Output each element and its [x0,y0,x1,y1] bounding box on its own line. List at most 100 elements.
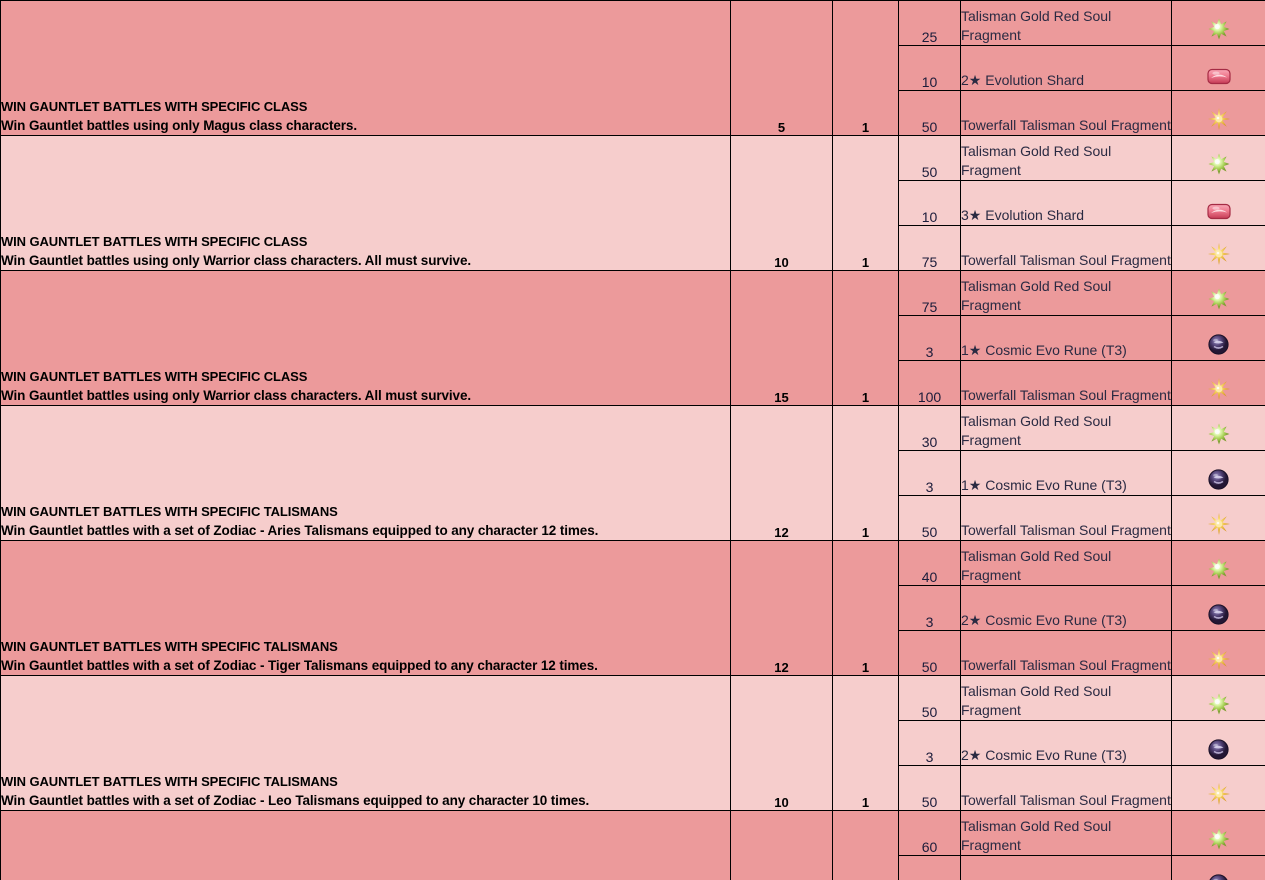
reward-quantity: 100 [898,360,961,406]
task-cell: WIN GAUNTLET BATTLES WITH SPECIFIC CLASS… [0,135,731,271]
reward-quantity: 3 [898,450,961,496]
reward-icon-cell [1171,495,1265,541]
stage-count: 1 [832,0,899,136]
reward-quantity: 50 [898,495,961,541]
reward-name: Towerfall Talisman Soul Fragment [960,90,1172,136]
reward-quantity: 60 [898,810,961,856]
reward-icon-cell [1171,0,1265,46]
stage-count: 1 [832,135,899,271]
dark-rune-stone-icon [1208,334,1229,355]
reward-quantity: 50 [898,675,961,721]
reward-icon-cell [1171,225,1265,271]
gold-green-starburst-icon [1208,693,1230,715]
requirement-count: 12 [730,540,833,676]
reward-name: Talisman Gold Red Soul Fragment [960,810,1172,856]
reward-quantity: 3 [898,585,961,631]
task-cell: WIN GAUNTLET BATTLES WITH SPECIFIC CLASS… [0,270,731,406]
task-cell: WIN GAUNTLET BATTLES WITH SPECIFIC TALIS… [0,405,731,541]
task-title: WIN GAUNTLET BATTLES WITH SPECIFIC CLASS [1,369,308,384]
reward-icon-cell [1171,45,1265,91]
requirement-count: 10 [730,135,833,271]
gold-green-starburst-icon [1208,558,1230,580]
reward-quantity: 3 [898,315,961,361]
task-cell: WIN GAUNTLET BATTLES WITH SPECIFIC TALIS… [0,675,731,811]
reward-quantity: 3 [898,855,961,880]
reward-name: Towerfall Talisman Soul Fragment [960,630,1172,676]
reward-quantity: 50 [898,765,961,811]
gold-green-starburst-icon [1208,153,1230,175]
reward-name: 1★ Cosmic Evo Rune (T3) [960,315,1172,361]
table-row: WIN GAUNTLET BATTLES WITH SPECIFIC CLASS… [0,0,1265,136]
reward-icon-cell [1171,765,1265,811]
stage-count: 1 [832,270,899,406]
pink-gem-icon [1206,68,1231,85]
task-description: Win Gauntlet battles using only Warrior … [1,253,472,268]
pink-gem-icon [1206,203,1231,220]
reward-quantity: 30 [898,405,961,451]
reward-icon-cell [1171,180,1265,226]
reward-icon-cell [1171,630,1265,676]
quest-reward-table: WIN GAUNTLET BATTLES WITH SPECIFIC CLASS… [0,0,1265,880]
gold-starburst-icon [1207,378,1230,400]
reward-quantity: 10 [898,180,961,226]
requirement-count: 10 [730,675,833,811]
reward-name: Talisman Gold Red Soul Fragment [960,540,1172,586]
requirement-count: 7 [730,810,833,880]
dark-rune-stone-icon [1208,739,1229,760]
reward-icon-cell [1171,90,1265,136]
dark-rune-stone-icon [1208,469,1229,490]
reward-icon-cell [1171,720,1265,766]
stage-count: 1 [832,405,899,541]
table-row: WIN GAUNTLET BATTLES WITH SPECIFIC TALIS… [0,675,1265,811]
task-description: Win Gauntlet battles using only Magus cl… [1,118,357,133]
reward-icon-cell [1171,135,1265,181]
gold-starburst-icon [1207,648,1230,670]
reward-name: Talisman Gold Red Soul Fragment [960,0,1172,46]
stage-count: 1 [832,540,899,676]
reward-icon-cell [1171,315,1265,361]
table-row: WIN GAUNTLET BATTLES WITH SPECIFIC TALIS… [0,540,1265,676]
gold-starburst-icon [1207,783,1230,805]
reward-name: 2★ Cosmic Evo Rune (T3) [960,720,1172,766]
task-description: Win Gauntlet battles with a set of Zodia… [1,793,590,808]
reward-icon-cell [1171,270,1265,316]
dark-rune-stone-icon [1208,604,1229,625]
dark-rune-stone-icon [1208,874,1229,880]
task-description: Win Gauntlet battles with a set of Zodia… [1,658,598,673]
reward-quantity: 10 [898,45,961,91]
task-cell: WIN GAUNTLET BATTLES WITH SPECIFIC CLASS… [0,0,731,136]
reward-name: Towerfall Talisman Soul Fragment [960,360,1172,406]
reward-icon-cell [1171,450,1265,496]
task-title: WIN GAUNTLET BATTLES WITH SPECIFIC CLASS [1,99,308,114]
reward-icon-cell [1171,810,1265,856]
reward-icon-cell [1171,585,1265,631]
table-row: WIN GAUNTLET BATTLES WITH SPECIFIC TALIS… [0,405,1265,541]
task-description: Win Gauntlet battles with a set of Zodia… [1,523,599,538]
reward-name: Towerfall Talisman Soul Fragment [960,495,1172,541]
reward-name: 3★ Cosmic Evo Rune (T3) [960,855,1172,880]
gold-green-starburst-icon [1208,18,1230,40]
reward-name: 1★ Cosmic Evo Rune (T3) [960,450,1172,496]
reward-quantity: 3 [898,720,961,766]
reward-name: 2★ Cosmic Evo Rune (T3) [960,585,1172,631]
requirement-count: 15 [730,270,833,406]
gold-starburst-icon [1207,243,1230,265]
reward-quantity: 50 [898,90,961,136]
reward-icon-cell [1171,675,1265,721]
reward-quantity: 75 [898,225,961,271]
gold-starburst-icon [1207,513,1230,535]
task-title: WIN GAUNTLET BATTLES WITH SPECIFIC TALIS… [1,504,338,519]
reward-icon-cell [1171,360,1265,406]
table-row: WIN GAUNTLET BATTLES WITH SPECIFIC CLASS… [0,270,1265,406]
task-description: Win Gauntlet battles using only Warrior … [1,388,472,403]
table-row: WIN GAUNTLET BATTLES WITH SPECIFIC CLASS… [0,135,1265,271]
gold-green-starburst-icon [1208,423,1230,445]
reward-name: Talisman Gold Red Soul Fragment [960,405,1172,451]
table-row: WIN GAUNTLET BATTLES WITH SPECIFIC TALIS… [0,810,1265,880]
reward-quantity: 25 [898,0,961,46]
gold-green-starburst-icon [1208,828,1230,850]
reward-name: 2★ Evolution Shard [960,45,1172,91]
reward-quantity: 40 [898,540,961,586]
reward-name: Talisman Gold Red Soul Fragment [960,270,1172,316]
gold-starburst-icon [1207,108,1230,130]
